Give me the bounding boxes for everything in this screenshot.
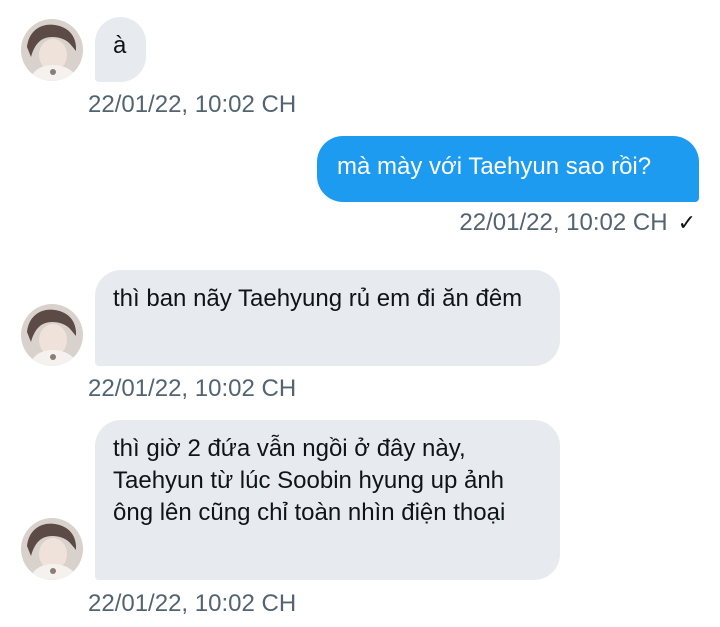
message-timestamp: 22/01/22, 10:02 CH — [459, 209, 668, 236]
message-text: thì ban nãy Taehyung rủ em đi ăn đêm — [113, 285, 523, 312]
avatar-photo — [21, 518, 83, 580]
message-meta: 22/01/22, 10:02 CH ✓ — [459, 208, 696, 238]
message-bubble[interactable]: mà mày với Taehyun sao rồi? — [317, 136, 699, 202]
message-text: à — [113, 32, 127, 59]
avatar-photo — [21, 304, 83, 366]
message-text: thì giờ 2 đứa vẫn ngồi ở đây này, Taehyu… — [113, 435, 506, 526]
message-timestamp: 22/01/22, 10:02 CH — [88, 91, 297, 118]
message-bubble[interactable]: à — [95, 17, 146, 82]
message-text: mà mày với Taehyun sao rồi? — [337, 153, 652, 180]
avatar[interactable] — [21, 304, 83, 366]
message-bubble[interactable]: thì ban nãy Taehyung rủ em đi ăn đêm — [95, 270, 560, 366]
check-icon: ✓ — [677, 210, 696, 235]
message-timestamp: 22/01/22, 10:02 CH — [88, 590, 297, 617]
avatar[interactable] — [21, 19, 83, 81]
message-timestamp: 22/01/22, 10:02 CH — [88, 375, 297, 402]
avatar-photo — [21, 19, 83, 81]
avatar[interactable] — [21, 518, 83, 580]
message-bubble[interactable]: thì giờ 2 đứa vẫn ngồi ở đây này, Taehyu… — [95, 420, 560, 580]
